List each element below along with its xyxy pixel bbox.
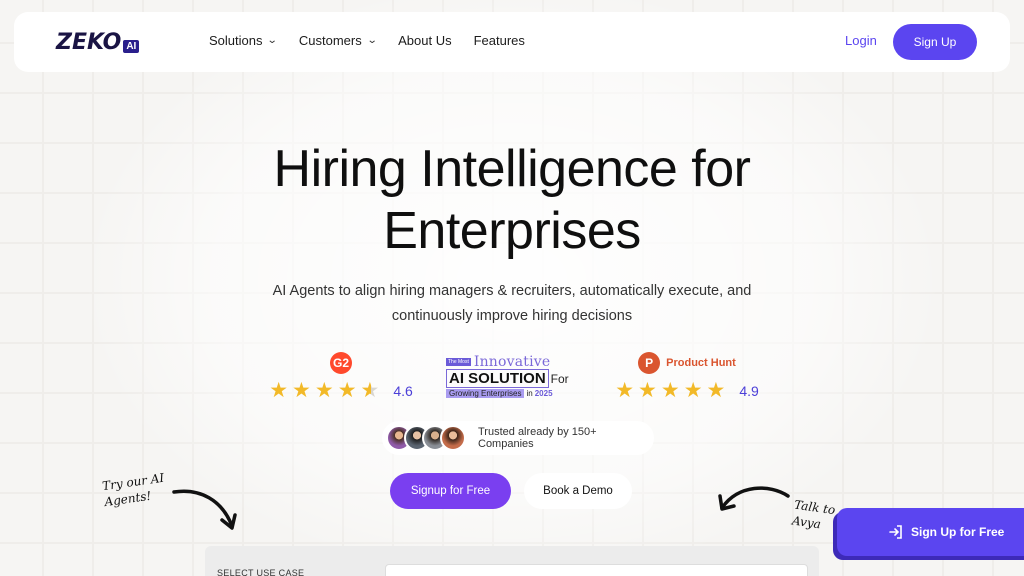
nav-item-label: Customers: [298, 33, 362, 48]
half-star-icon: ★: [360, 379, 380, 402]
nav-item-about-us[interactable]: About Us: [398, 33, 451, 48]
trusted-text: Trusted already by 150+ Companies: [478, 426, 597, 450]
hero-subtitle: AI Agents to align hiring managers & rec…: [0, 279, 1024, 329]
nav-item-label: About Us: [398, 33, 452, 48]
g2-rating: G2 ★ ★ ★ ★ ★ 4.6: [269, 352, 413, 402]
nav-item-solutions[interactable]: Solutions ⌄: [209, 33, 279, 48]
award-badge: The Most Innovative AI SOLUTION For Grow…: [446, 354, 580, 400]
curved-arrow-icon: [718, 486, 790, 511]
star-icon: ★: [683, 379, 703, 402]
g2-logo-icon: G2: [330, 352, 352, 374]
award-small-text: The Most: [446, 358, 471, 366]
use-case-select[interactable]: [385, 564, 808, 576]
product-hunt-stars: ★ ★ ★ ★ ★ 4.9: [615, 380, 759, 402]
chevron-down-icon: ⌄: [366, 35, 378, 46]
use-case-panel: SELECT USE CASE: [205, 546, 819, 576]
star-icon: ★: [337, 379, 357, 402]
award-main-text: AI SOLUTION: [446, 369, 549, 388]
star-icon: ★: [269, 379, 289, 402]
nav-item-label: Solutions: [209, 33, 263, 48]
hero-title-line1: Hiring Intelligence for: [273, 140, 751, 198]
floating-signup-label: Sign Up for Free: [911, 525, 1005, 539]
star-icon: ★: [660, 379, 680, 402]
logo-badge: AI: [123, 39, 140, 53]
nav-item-features[interactable]: Features: [474, 33, 525, 48]
nav-links: Solutions ⌄ Customers ⌄ About Us Feature…: [209, 33, 525, 48]
signup-free-button[interactable]: Signup for Free: [390, 473, 511, 509]
avatar: [440, 425, 466, 451]
nav-item-label: Features: [473, 33, 525, 48]
chevron-down-icon: ⌄: [267, 35, 279, 46]
product-hunt-name: Product Hunt: [666, 357, 736, 369]
star-icon: ★: [706, 379, 726, 402]
award-for: For: [550, 372, 569, 386]
star-icon: ★: [292, 379, 311, 402]
product-hunt-score: 4.9: [739, 383, 759, 399]
avatar-group: [386, 425, 466, 451]
award-innovative: Innovative: [473, 354, 551, 370]
logo[interactable]: ZEKO AI: [56, 29, 140, 55]
use-case-label: SELECT USE CASE: [217, 568, 305, 576]
product-hunt-rating: P Product Hunt ★ ★ ★ ★ ★ 4.9: [615, 352, 759, 402]
g2-score: 4.6: [393, 383, 413, 399]
curved-arrow-icon: [172, 489, 237, 530]
hero-title: Hiring Intelligence for Enterprises: [0, 138, 1024, 262]
hero-subtitle-line1: AI Agents to align hiring managers & rec…: [272, 283, 752, 299]
navbar: ZEKO AI Solutions ⌄ Customers ⌄ About Us…: [14, 12, 1010, 72]
floating-signup-button[interactable]: Sign Up for Free: [837, 508, 1024, 556]
nav-item-customers[interactable]: Customers ⌄: [298, 33, 378, 48]
logo-text: ZEKO: [56, 29, 122, 55]
hero-subtitle-line2: continuously improve hiring decisions: [391, 308, 633, 324]
star-icon: ★: [638, 379, 657, 402]
g2-stars: ★ ★ ★ ★ ★ 4.6: [269, 380, 413, 402]
award-year: 2025: [534, 389, 553, 398]
book-demo-button[interactable]: Book a Demo: [524, 473, 632, 509]
award-in: in: [526, 389, 533, 398]
signup-button[interactable]: Sign Up: [893, 24, 977, 60]
star-icon: ★: [615, 379, 635, 402]
award-growing: Growing Enterprises: [446, 389, 525, 398]
star-icon: ★: [314, 379, 334, 402]
hero-title-line2: Enterprises: [383, 202, 641, 260]
sign-in-icon: [889, 525, 902, 539]
login-link[interactable]: Login: [845, 33, 877, 48]
product-hunt-logo-icon: P: [638, 352, 661, 374]
trusted-pill: Trusted already by 150+ Companies: [382, 421, 654, 455]
